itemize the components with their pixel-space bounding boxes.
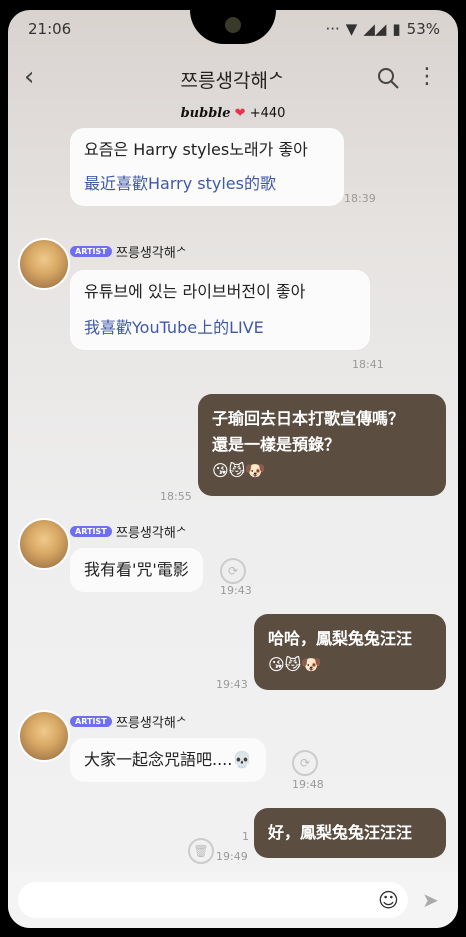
message-time: 18:39 bbox=[344, 192, 376, 205]
message-line: 好，鳳梨兔兔汪汪汪 bbox=[268, 823, 413, 842]
message-list: 요즘은 Harry styles노래가 좋아 最近喜歡Harry styles的… bbox=[8, 122, 458, 864]
message-korean: 유튜브에 있는 라이브버전이 좋아 bbox=[84, 282, 306, 301]
message-time: 18:55 bbox=[160, 490, 192, 503]
status-bar: 21:06 ··· ▼ ◢◢ ▮ 53% bbox=[8, 10, 458, 50]
message-input[interactable] bbox=[18, 882, 408, 918]
translate-icon[interactable]: ⟳ bbox=[220, 558, 246, 584]
outgoing-message: 子瑜回去日本打歌宣傳嗎？ 還是一樣是預錄？ 😘😼🐶 bbox=[198, 394, 446, 496]
sender-name: 쯔릉생각해ᄼ bbox=[116, 716, 188, 731]
battery-level: 53% bbox=[406, 20, 440, 38]
message-emoji: 😘😼🐶 bbox=[212, 461, 266, 480]
incoming-message: 大家一起念咒語吧....💀 bbox=[70, 738, 267, 782]
status-time: 21:06 bbox=[28, 20, 72, 38]
send-icon[interactable]: ➤ bbox=[422, 888, 439, 912]
sender-name: 쯔릉생각해ᄼ bbox=[116, 246, 188, 261]
incoming-message: 요즘은 Harry styles노래가 좋아 最近喜歡Harry styles的… bbox=[70, 128, 344, 206]
avatar[interactable] bbox=[18, 710, 70, 762]
emoji-icon[interactable]: ☺ bbox=[378, 888, 399, 912]
unread-count: 1 bbox=[242, 830, 249, 843]
artist-badge: ARTIST bbox=[70, 246, 112, 257]
incoming-message: 유튜브에 있는 라이브버전이 좋아 我喜歡YouTube上的LIVE bbox=[70, 270, 370, 350]
bubble-count: +440 bbox=[249, 106, 286, 121]
avatar[interactable] bbox=[18, 238, 70, 290]
translate-icon[interactable]: ⟳ bbox=[292, 750, 318, 776]
message-time: 19:49 bbox=[216, 850, 248, 863]
message-translation: 我喜歡YouTube上的LIVE bbox=[84, 318, 264, 337]
camera-notch bbox=[190, 10, 276, 44]
outgoing-message: 哈哈，鳳梨兔兔汪汪 😘😼🐶 bbox=[254, 614, 446, 690]
phone-screen: 21:06 ··· ▼ ◢◢ ▮ 53% ‹ 쯔릉생각해ᄼ ⋮ bubble ❤… bbox=[8, 10, 458, 928]
heart-icon: ❤ bbox=[234, 106, 246, 121]
message-time: 19:43 bbox=[220, 584, 252, 597]
message-translation: 最近喜歡Harry styles的歌 bbox=[84, 174, 276, 193]
chat-header: ‹ 쯔릉생각해ᄼ ⋮ bbox=[8, 52, 458, 112]
signal-icon: ◢◢ bbox=[363, 20, 387, 38]
message-composer: ☺ ➤ bbox=[8, 872, 458, 928]
message-korean: 요즘은 Harry styles노래가 좋아 bbox=[84, 140, 308, 159]
sender-name: 쯔릉생각해ᄼ bbox=[116, 526, 188, 541]
status-icons: ··· ▼ ◢◢ ▮ 53% bbox=[325, 20, 440, 38]
avatar[interactable] bbox=[18, 518, 70, 570]
more-status-icon: ··· bbox=[325, 20, 340, 38]
camera-icon bbox=[225, 17, 241, 33]
message-line: 子瑜回去日本打歌宣傳嗎？ bbox=[212, 409, 405, 428]
artist-badge: ARTIST bbox=[70, 526, 112, 537]
message-line: 哈哈，鳳梨兔兔汪汪 bbox=[268, 629, 413, 648]
incoming-message: 我有看'咒'電影 bbox=[70, 548, 203, 592]
bubble-brand: bubble bbox=[180, 106, 231, 121]
message-time: 19:43 bbox=[216, 678, 248, 691]
search-icon[interactable] bbox=[376, 66, 400, 90]
message-line: 還是一樣是預錄？ bbox=[212, 435, 341, 454]
delete-icon[interactable]: 🗑 bbox=[188, 838, 214, 864]
battery-icon: ▮ bbox=[392, 20, 401, 38]
outgoing-message: 好，鳳梨兔兔汪汪汪 bbox=[254, 808, 446, 858]
artist-badge: ARTIST bbox=[70, 716, 112, 727]
message-time: 18:41 bbox=[352, 358, 384, 371]
wifi-icon: ▼ bbox=[345, 20, 358, 38]
message-time: 19:48 bbox=[292, 778, 324, 791]
bubble-counter: bubble ❤ +440 bbox=[8, 106, 458, 121]
message-emoji: 😘😼🐶 bbox=[268, 655, 322, 674]
message-text: 我有看'咒'電影 bbox=[84, 560, 189, 579]
more-options-icon[interactable]: ⋮ bbox=[416, 64, 438, 89]
message-text: 大家一起念咒語吧....💀 bbox=[84, 750, 253, 769]
